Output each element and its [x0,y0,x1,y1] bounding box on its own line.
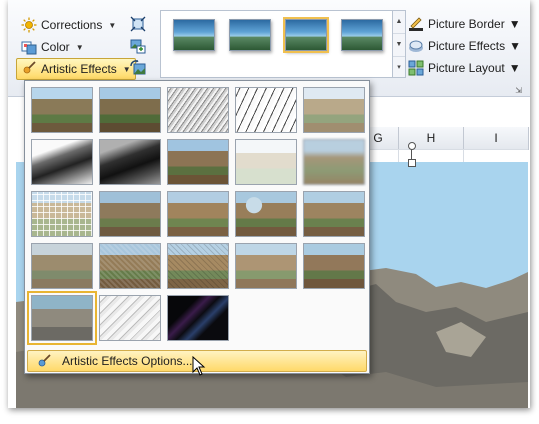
artistic-effects-label: Artistic Effects [41,62,117,76]
picture-layout-label: Picture Layout [428,61,505,75]
effect-thumbnail-film-grain[interactable] [167,191,229,237]
resize-handle[interactable] [408,159,416,167]
picture-effects-button[interactable]: Picture Effects ▼ [404,36,525,56]
column-header-i[interactable]: I [464,127,529,150]
effect-thumbnail-pastels-smooth[interactable] [235,243,297,289]
picture-style-thumbnail[interactable] [229,19,271,51]
effect-thumbnail-pencil-grayscale[interactable] [167,87,229,133]
smartart-layout-icon [408,60,424,76]
color-button[interactable]: Color ▼ [16,36,89,58]
artistic-effects-button[interactable]: Artistic Effects ▼ [16,58,136,80]
picture-styles-gallery: ▲ ▼ ▾ [160,10,406,78]
artistic-effects-options-label: Artistic Effects Options... [62,354,193,368]
effect-thumbnail-cement[interactable] [31,243,93,289]
paint-brush-icon [36,353,52,369]
chevron-down-icon: ▼ [75,42,84,52]
effect-thumbnail-blur[interactable] [303,139,365,185]
color-label: Color [41,40,70,54]
change-picture-icon[interactable] [130,38,146,54]
effect-thumbnail-crisscross-etching[interactable] [167,243,229,289]
chevron-down-icon: ▼ [508,61,521,75]
chevron-down-icon: ▼ [509,39,522,53]
effect-thumbnail-paint-strokes[interactable] [99,139,161,185]
corrections-label: Corrections [41,18,103,32]
effect-thumbnail-paint-brush[interactable] [167,139,229,185]
artistic-effects-menu: Artistic Effects Options... [24,80,370,374]
shape-effect-icon [408,38,424,54]
mouse-pointer-icon [192,356,206,376]
rotation-handle[interactable] [408,142,416,150]
effect-thumbnail-none[interactable] [31,87,93,133]
effect-thumbnail-texturizer[interactable] [99,243,161,289]
effect-thumbnail-glass[interactable] [303,191,365,237]
effect-thumbnail-watercolor-sponge[interactable] [99,191,161,237]
picture-layout-button[interactable]: Picture Layout ▼ [404,58,525,78]
effect-thumbnail-marker[interactable] [99,87,161,133]
picture-effects-label: Picture Effects [428,39,506,53]
effect-thumbnail-chalk-sketch[interactable] [31,139,93,185]
chevron-down-icon: ▼ [508,17,521,31]
effect-thumbnail-glow-edges[interactable] [167,295,229,341]
effect-thumbnail-light-screen[interactable] [31,191,93,237]
dialog-launcher-icon[interactable]: ⇲ [515,86,522,95]
app-window: Corrections ▼ Color ▼ Artistic Effects ▼ [8,0,530,408]
effect-thumbnail-photocopy[interactable] [99,295,161,341]
compress-pictures-icon[interactable] [130,16,146,32]
reset-picture-icon[interactable] [130,59,146,76]
corrections-button[interactable]: Corrections ▼ [16,14,121,36]
pen-icon [408,16,424,32]
paint-brush-icon [21,61,37,77]
chevron-down-icon: ▼ [108,20,117,30]
grid-line [358,149,528,150]
picture-style-thumbnail[interactable] [173,19,215,51]
effect-thumbnail-glow-diffused[interactable] [235,139,297,185]
palette-icon [21,39,37,55]
effect-thumbnail-plastic-wrap[interactable] [303,243,365,289]
picture-border-button[interactable]: Picture Border ▼ [404,14,525,34]
effect-thumbnail-cutout[interactable] [27,291,97,345]
sun-icon [21,17,37,33]
effect-thumbnail-pencil-sketch[interactable] [235,87,297,133]
picture-border-label: Picture Border [428,17,505,31]
picture-style-thumbnail[interactable] [283,17,329,53]
picture-style-thumbnail[interactable] [341,19,383,51]
effect-thumbnail-mosaic-bubbles[interactable] [235,191,297,237]
effect-thumbnail-line-drawing[interactable] [303,87,365,133]
